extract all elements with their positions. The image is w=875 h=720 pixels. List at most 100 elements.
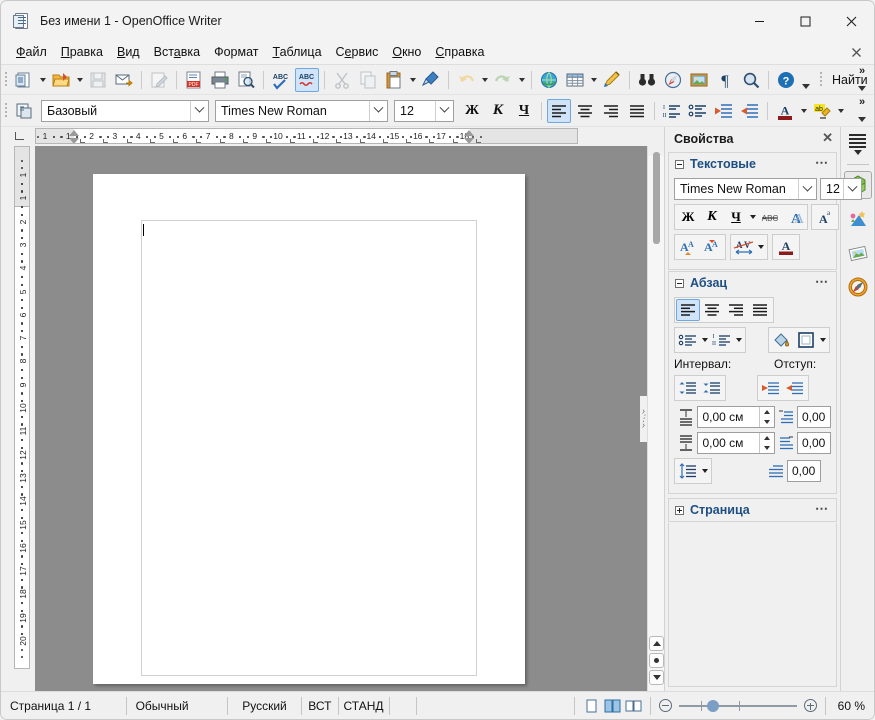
font-size-dropdown[interactable] <box>435 100 453 121</box>
paragraph-style-dropdown[interactable] <box>190 100 208 121</box>
sidebar-tab-gallery[interactable] <box>844 205 872 233</box>
sidebar-increase-spacing-button[interactable] <box>676 377 700 399</box>
status-digital-signature[interactable] <box>390 696 417 715</box>
sidebar-font-color-button[interactable]: A <box>774 236 798 258</box>
status-page-info[interactable]: Страница 1 / 1 <box>1 696 127 715</box>
edit-file-button[interactable] <box>147 68 171 92</box>
status-zoom-value[interactable]: 60 % <box>824 696 874 715</box>
menu-insert[interactable]: Вставка <box>147 42 207 63</box>
paragraph-panel-header[interactable]: Абзац ⋯ <box>669 272 836 294</box>
font-color-button[interactable]: A <box>773 99 797 123</box>
formatting-toolbar-overflow[interactable]: » <box>854 97 870 125</box>
insert-table-dropdown[interactable] <box>588 68 599 92</box>
help-button[interactable]: ? <box>774 68 798 92</box>
spelling-check-button[interactable]: ABC <box>269 68 293 92</box>
character-panel-expander[interactable] <box>675 159 684 169</box>
align-justify-button[interactable] <box>625 99 649 123</box>
character-panel-header[interactable]: Текстовые ⋯ <box>669 153 836 175</box>
right-indent-marker[interactable] <box>464 130 475 143</box>
sidebar-shadow-button[interactable]: A A <box>782 206 806 228</box>
page-panel-expander[interactable] <box>675 505 684 515</box>
export-pdf-button[interactable]: PDF <box>182 68 206 92</box>
undo-dropdown[interactable] <box>479 68 490 92</box>
document-viewport[interactable]: ›⋮› <box>35 146 647 691</box>
zoom-out-icon[interactable] <box>658 699 672 712</box>
character-panel-more-icon[interactable]: ⋯ <box>815 155 829 171</box>
sidebar-superscript-button[interactable]: A a <box>813 206 837 228</box>
menu-format[interactable]: Формат <box>207 42 265 63</box>
show-draw-functions-button[interactable] <box>600 68 624 92</box>
vertical-ruler[interactable]: 1 1 2 3 4 5 6 7 8 9 10 11 12 13 14 15 16 17 18 19 20 <box>14 146 30 669</box>
undo-button[interactable] <box>454 68 478 92</box>
multi-page-view-button[interactable] <box>603 697 622 715</box>
insert-table-button[interactable] <box>563 68 587 92</box>
italic-button[interactable]: К <box>486 99 510 123</box>
horizontal-ruler[interactable]: 1 1 2 3 4 5 6 7 8 9 10 11 12 13 14 15 16 17 18 <box>35 128 578 144</box>
save-document-button[interactable] <box>86 68 110 92</box>
close-document-icon[interactable] <box>848 44 865 61</box>
sidebar-character-spacing-dropdown[interactable] <box>756 236 766 258</box>
paragraph-panel-expander[interactable] <box>675 278 684 288</box>
paste-dropdown[interactable] <box>407 68 418 92</box>
sidebar-font-name-dropdown[interactable] <box>798 179 816 199</box>
sidebar-font-name-combo[interactable]: Times New Roman <box>674 178 817 200</box>
ruler-corner[interactable] <box>1 127 35 146</box>
spacing-above-increment[interactable] <box>760 407 774 417</box>
redo-dropdown[interactable] <box>516 68 527 92</box>
align-center-button[interactable] <box>573 99 597 123</box>
zoom-slider[interactable] <box>678 697 797 715</box>
spacing-above-spin-buttons[interactable] <box>759 407 774 427</box>
spacing-below-increment[interactable] <box>760 433 774 443</box>
spacing-above-spinner[interactable]: 0,00 см <box>697 406 776 428</box>
decrease-indent-button[interactable] <box>712 99 736 123</box>
formatting-marks-button[interactable]: ¶ <box>713 68 737 92</box>
menu-view[interactable]: Вид <box>110 42 147 63</box>
text-body-frame[interactable] <box>141 220 477 676</box>
status-page-style[interactable]: Обычный <box>127 696 228 715</box>
navigator-button[interactable] <box>661 68 685 92</box>
new-document-button[interactable] <box>12 68 36 92</box>
status-language[interactable]: Русский <box>228 696 303 715</box>
clone-formatting-button[interactable] <box>419 68 443 92</box>
sidebar-character-spacing-button[interactable]: A V <box>732 236 756 258</box>
sidebar-paragraph-background-button[interactable] <box>770 329 794 351</box>
page-panel-header[interactable]: Страница ⋯ <box>669 499 836 521</box>
sidebar-align-right-button[interactable] <box>724 299 748 321</box>
sidebar-font-size-dropdown[interactable] <box>843 179 861 199</box>
single-page-view-button[interactable] <box>582 697 601 715</box>
sidebar-line-spacing-dropdown[interactable] <box>700 460 710 482</box>
sidebar-font-size-combo[interactable]: 12 <box>820 178 862 200</box>
ordered-list-button[interactable]: I II <box>660 99 684 123</box>
zoom-button[interactable] <box>739 68 763 92</box>
email-document-button[interactable] <box>112 68 136 92</box>
vertical-scrollbar-thumb[interactable] <box>653 152 660 244</box>
menu-help[interactable]: Справка <box>428 42 491 63</box>
sidebar-close-icon[interactable]: ✕ <box>822 131 833 145</box>
open-document-button[interactable] <box>49 68 73 92</box>
standard-toolbar-overflow[interactable] <box>799 67 812 93</box>
spacing-below-decrement[interactable] <box>760 443 774 453</box>
sidebar-paragraph-borders-button[interactable] <box>794 329 818 351</box>
spacing-below-spinner[interactable]: 0,00 см <box>697 432 776 454</box>
indent-before-spinner[interactable]: 0,00 <box>797 406 831 428</box>
autospellcheck-button[interactable]: ABC <box>295 67 319 92</box>
book-view-button[interactable] <box>624 697 643 715</box>
sidebar-line-spacing-button[interactable] <box>676 460 700 482</box>
increase-indent-button[interactable] <box>738 99 762 123</box>
previous-page-button[interactable] <box>649 636 664 651</box>
left-indent-marker[interactable] <box>69 130 80 143</box>
navigation-method-button[interactable] <box>649 653 664 668</box>
sidebar-tab-navigator[interactable] <box>844 273 872 301</box>
spacing-above-decrement[interactable] <box>760 417 774 427</box>
sidebar-numbered-list-dropdown[interactable] <box>734 329 744 351</box>
page-panel-more-icon[interactable]: ⋯ <box>815 501 829 517</box>
paste-button[interactable] <box>382 68 406 92</box>
minimize-button[interactable] <box>736 1 782 41</box>
align-right-button[interactable] <box>599 99 623 123</box>
sidebar-italic-button[interactable]: К <box>700 206 724 228</box>
sidebar-bold-button[interactable]: Ж <box>676 206 700 228</box>
highlighting-button[interactable]: ab <box>810 99 834 123</box>
sidebar-increase-indent-button[interactable] <box>783 377 807 399</box>
underline-button[interactable]: Ч <box>512 99 536 123</box>
font-name-combo[interactable]: Times New Roman <box>215 99 388 122</box>
